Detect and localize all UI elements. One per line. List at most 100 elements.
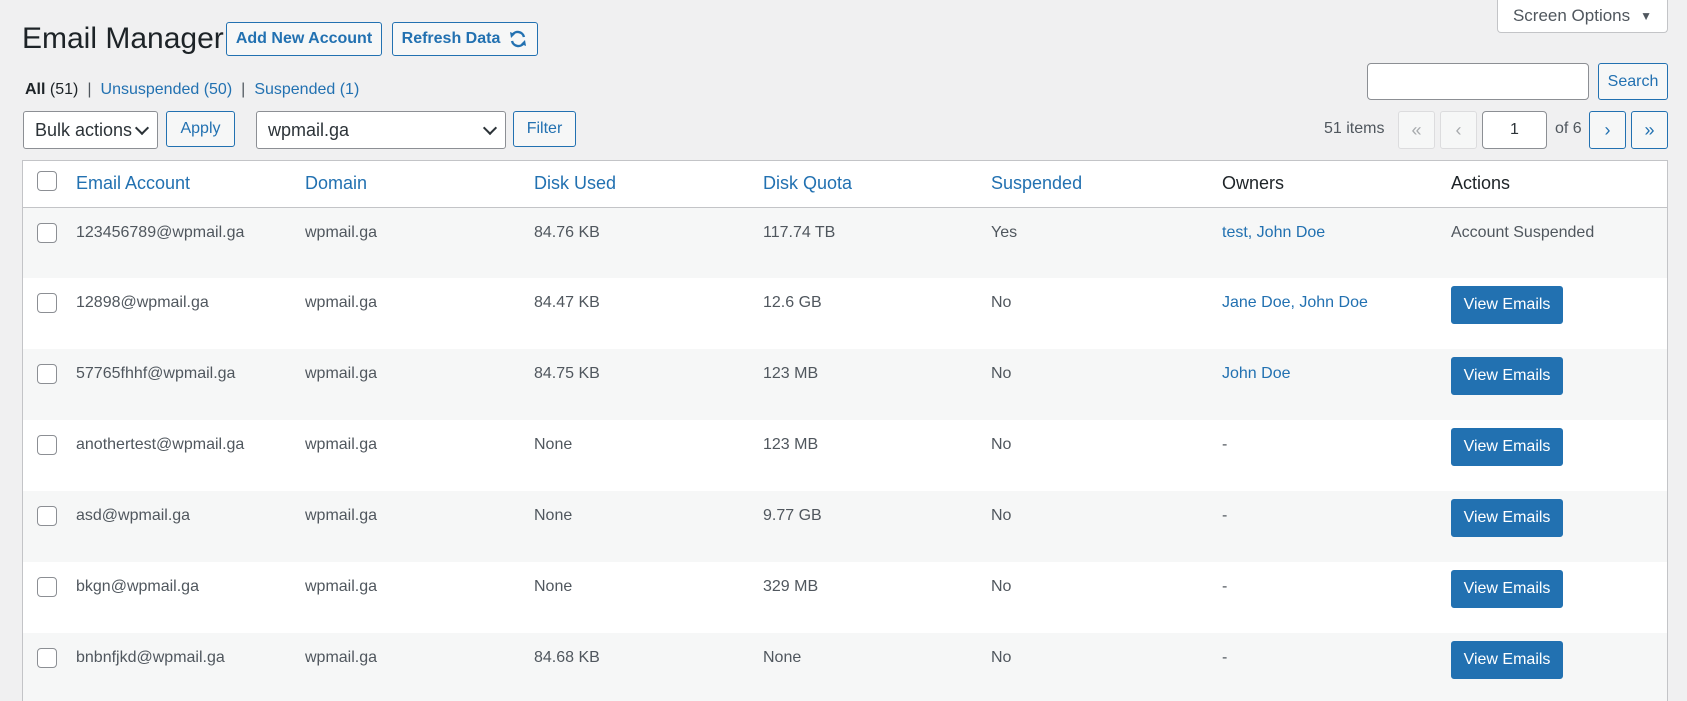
column-actions: Actions <box>1451 161 1667 208</box>
refresh-data-button[interactable]: Refresh Data <box>392 22 538 56</box>
filter-suspended[interactable]: Suspended (1) <box>254 81 359 99</box>
cell-disk-used: None <box>534 578 573 595</box>
cell-domain: wpmail.ga <box>305 365 378 382</box>
add-new-account-button[interactable]: Add New Account <box>226 22 382 56</box>
page-title: Email Manager <box>22 22 224 55</box>
row-checkbox[interactable] <box>37 293 57 313</box>
cell-domain: wpmail.ga <box>305 223 378 241</box>
view-emails-button[interactable]: View Emails <box>1451 499 1563 537</box>
cell-domain: wpmail.ga <box>305 294 378 311</box>
cell-disk-used: 84.75 KB <box>534 365 600 382</box>
cell-domain: wpmail.ga <box>305 649 378 666</box>
cell-owners: - <box>1222 633 1451 701</box>
chevron-down-icon <box>482 120 498 135</box>
view-emails-button[interactable]: View Emails <box>1451 357 1563 395</box>
cell-owners: - <box>1222 491 1451 562</box>
row-checkbox[interactable] <box>37 648 57 668</box>
cell-suspended: No <box>991 507 1012 524</box>
table-row: 57765fhhf@wpmail.ga wpmail.ga 84.75 KB 123 … <box>23 349 1667 420</box>
cell-email: 123456789@wpmail.ga <box>76 223 245 241</box>
select-all-checkbox[interactable] <box>37 171 57 192</box>
row-select-cell <box>23 207 76 278</box>
cell-disk-used: None <box>534 507 573 524</box>
table-row: bkgn@wpmail.ga wpmail.ga None 329 MB No - View… <box>23 562 1667 633</box>
search-button[interactable]: Search <box>1598 63 1668 100</box>
cell-owners: - <box>1222 420 1451 491</box>
total-pages: of 6 <box>1555 120 1582 137</box>
cell-owners: - <box>1222 562 1451 633</box>
row-checkbox[interactable] <box>37 364 57 384</box>
cell-suspended: No <box>991 649 1012 666</box>
cell-owners: Jane Doe, John Doe <box>1222 278 1451 349</box>
add-new-account-label: Add New Account <box>235 30 373 47</box>
row-checkbox[interactable] <box>37 435 57 455</box>
owners-value[interactable]: Jane Doe, John Doe <box>1222 294 1368 311</box>
first-page-button[interactable]: « <box>1398 111 1435 149</box>
cell-disk-quota: 123 MB <box>763 436 819 453</box>
apply-button-label: Apply <box>180 120 221 137</box>
bulk-actions-select[interactable]: Bulk actions <box>23 111 158 149</box>
owners-value[interactable]: John Doe <box>1222 365 1291 382</box>
column-disk-used[interactable]: Disk Used <box>534 161 763 208</box>
view-emails-button[interactable]: View Emails <box>1451 428 1563 466</box>
cell-email: asd@wpmail.ga <box>76 507 191 524</box>
owners-value[interactable]: test, John Doe <box>1222 224 1325 241</box>
column-owners: Owners <box>1222 161 1451 208</box>
select-all-cell <box>23 161 76 208</box>
cell-disk-quota: 12.6 GB <box>763 294 822 311</box>
cell-owners: test, John Doe <box>1222 207 1451 278</box>
cell-domain: wpmail.ga <box>305 507 378 524</box>
apply-button[interactable]: Apply <box>166 111 235 147</box>
items-count: 51 items <box>1324 120 1385 137</box>
screen-options-button[interactable]: Screen Options ▼ <box>1497 0 1668 33</box>
cell-domain: wpmail.ga <box>305 436 378 453</box>
last-page-button[interactable]: » <box>1631 111 1668 149</box>
search-button-label: Search <box>1607 72 1659 90</box>
current-page-input[interactable]: 1 <box>1482 111 1547 149</box>
cell-disk-used: 84.76 KB <box>534 223 600 241</box>
cell-actions: View Emails <box>1451 562 1667 633</box>
column-suspended[interactable]: Suspended <box>991 161 1222 208</box>
column-email-account[interactable]: Email Account <box>76 161 305 208</box>
cell-disk-quota: None <box>763 649 802 666</box>
view-emails-button[interactable]: View Emails <box>1451 570 1563 608</box>
screen-options-label: Screen Options <box>1512 6 1631 25</box>
cell-disk-used: 84.68 KB <box>534 649 600 666</box>
cell-actions: View Emails <box>1451 491 1667 562</box>
cell-suspended: Yes <box>991 223 1018 241</box>
filter-all-label: All <box>25 81 46 98</box>
domain-filter-select[interactable]: wpmail.ga <box>256 111 506 149</box>
table-header-row: Email Account Domain Disk Used Disk Quot… <box>23 161 1667 208</box>
table-row: bnbnfjkd@wpmail.ga wpmail.ga 84.68 KB None N… <box>23 633 1667 701</box>
cell-email: bnbnfjkd@wpmail.ga <box>76 649 225 666</box>
row-checkbox[interactable] <box>37 577 57 597</box>
cell-email: 12898@wpmail.ga <box>76 294 209 311</box>
column-disk-quota[interactable]: Disk Quota <box>763 161 991 208</box>
column-domain[interactable]: Domain <box>305 161 534 208</box>
filter-all[interactable]: All (51) <box>25 81 78 99</box>
view-emails-button[interactable]: View Emails <box>1451 286 1563 324</box>
cell-disk-quota: 9.77 GB <box>763 507 822 524</box>
cell-disk-used: 84.47 KB <box>534 294 600 311</box>
cell-disk-used: None <box>534 436 573 453</box>
table-row: asd@wpmail.ga wpmail.ga None 9.77 GB No - View… <box>23 491 1667 562</box>
owners-value: - <box>1222 649 1228 666</box>
table-row: 123456789@wpmail.ga wpmail.ga 84.76 KB 117.… <box>23 207 1667 278</box>
table-row: 12898@wpmail.ga wpmail.ga 84.47 KB 12.6 GB N… <box>23 278 1667 349</box>
filter-unsuspended[interactable]: Unsuspended (50) <box>101 81 233 99</box>
separator: | <box>241 81 246 98</box>
cell-suspended: No <box>991 294 1012 311</box>
row-checkbox[interactable] <box>37 222 57 243</box>
filter-button[interactable]: Filter <box>513 111 576 147</box>
refresh-icon <box>510 30 527 48</box>
prev-page-button[interactable]: ‹ <box>1440 111 1477 149</box>
cell-actions: View Emails <box>1451 349 1667 420</box>
filter-button-label: Filter <box>526 120 563 137</box>
cell-suspended: No <box>991 436 1012 453</box>
email-accounts-table: Email Account Domain Disk Used Disk Quot… <box>22 160 1668 701</box>
search-input[interactable] <box>1367 63 1589 100</box>
row-checkbox[interactable] <box>37 506 57 526</box>
view-emails-button[interactable]: View Emails <box>1451 641 1563 679</box>
cell-disk-quota: 123 MB <box>763 365 819 382</box>
next-page-button[interactable]: › <box>1589 111 1626 149</box>
